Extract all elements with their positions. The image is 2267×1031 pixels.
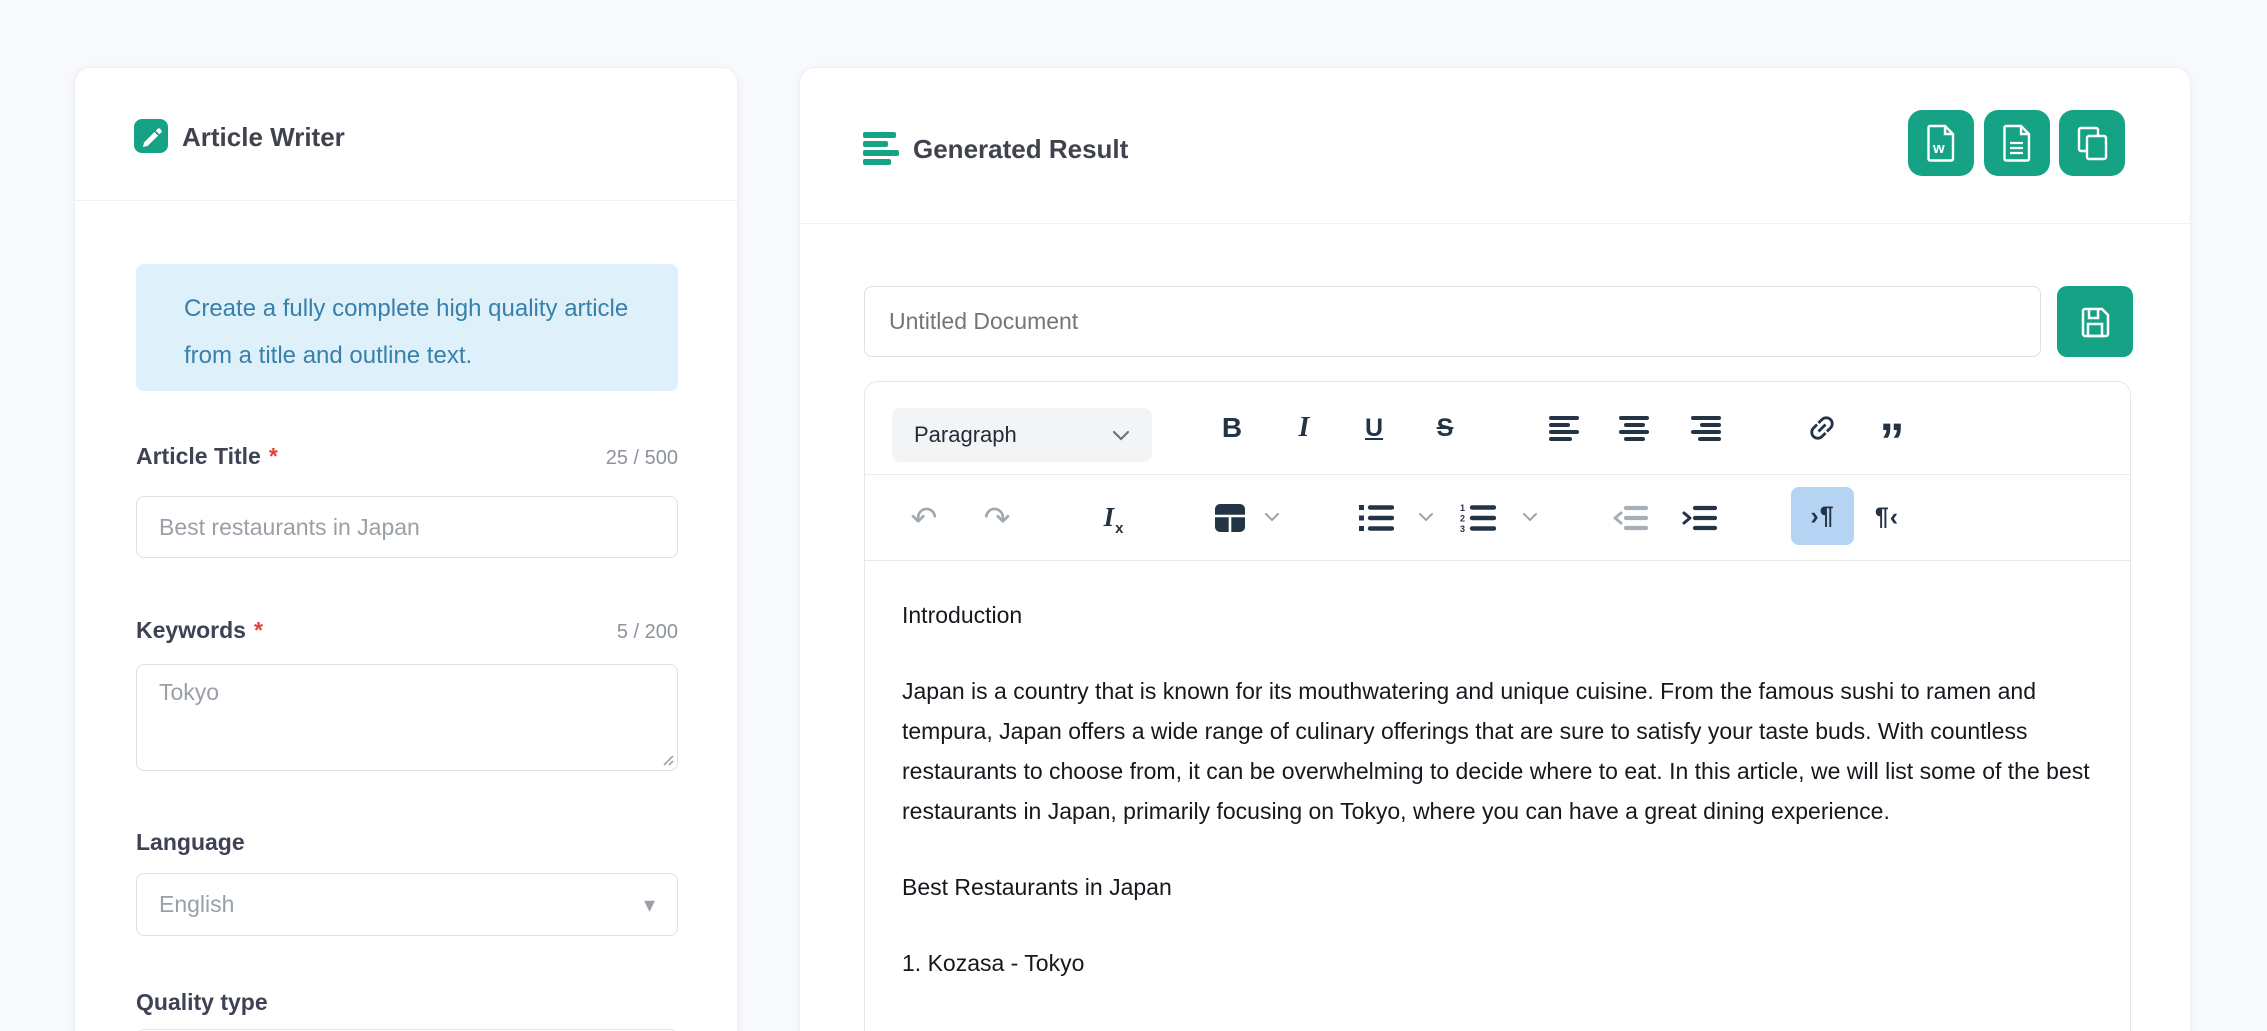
toolbar-row-2: ↶ ↷ Ix (865, 475, 2130, 561)
export-word-button[interactable]: w (1908, 110, 1974, 176)
rtl-paragraph-button[interactable]: ›¶ (1791, 487, 1854, 545)
toolbar-row-1: Paragraph B I U S (865, 382, 2130, 475)
align-right-button[interactable] (1683, 382, 1727, 474)
rich-text-editor: Paragraph B I U S (864, 381, 2131, 1031)
text-file-icon (1998, 122, 2036, 164)
rtl-paragraph-icon: ›¶ (1810, 502, 1834, 531)
bold-button[interactable]: B (1210, 382, 1254, 474)
bulleted-list-icon (1358, 503, 1394, 533)
chevron-down-icon (1112, 430, 1130, 441)
align-left-lines-icon (863, 132, 901, 163)
insert-table-button[interactable] (1208, 475, 1252, 560)
numbered-list-button[interactable]: 1 2 3 (1456, 475, 1500, 560)
bulleted-list-button[interactable] (1354, 475, 1398, 560)
pencil-icon (134, 119, 168, 153)
copy-button[interactable] (2059, 110, 2125, 176)
editor-content[interactable]: Introduction Japan is a country that is … (865, 561, 2130, 1031)
language-value: English (159, 891, 234, 918)
quality-type-label: Quality type (136, 989, 268, 1016)
blockquote-button[interactable]: ” (1870, 382, 1914, 474)
result-header: Generated Result w (800, 68, 2190, 224)
article-title-label-row: Article Title* 25 / 500 (136, 443, 678, 470)
language-label: Language (136, 829, 245, 856)
table-icon (1214, 503, 1246, 533)
chevron-down-icon: ▾ (644, 892, 655, 918)
align-right-icon (1689, 415, 1721, 441)
paragraph-style-dropdown[interactable]: Paragraph (892, 408, 1152, 462)
align-center-button[interactable] (1613, 382, 1657, 474)
content-list-item: 1. Kozasa - Tokyo (902, 943, 2093, 983)
svg-text:2: 2 (1460, 513, 1465, 523)
required-asterisk: * (269, 443, 278, 469)
content-paragraph: Japan is a country that is known for its… (902, 671, 2093, 831)
link-icon (1804, 410, 1840, 446)
copy-icon (2072, 123, 2112, 163)
content-subheading: Best Restaurants in Japan (902, 867, 2093, 907)
ltr-paragraph-button[interactable]: ¶‹ (1865, 475, 1909, 560)
document-title-input[interactable] (864, 286, 2041, 357)
link-button[interactable] (1800, 382, 1844, 474)
generated-result-panel: Generated Result w (799, 67, 2191, 1031)
content-heading: Introduction (902, 595, 2093, 635)
svg-text:w: w (1932, 140, 1945, 157)
quality-type-label-row: Quality type (136, 989, 678, 1016)
svg-text:1: 1 (1460, 503, 1465, 513)
strikethrough-button[interactable]: S (1423, 382, 1467, 474)
article-writer-panel: Article Writer Create a fully complete h… (74, 67, 738, 1031)
save-document-button[interactable] (2057, 286, 2133, 357)
indent-button[interactable] (1677, 475, 1721, 560)
panel-title: Article Writer (182, 122, 345, 153)
result-title: Generated Result (913, 134, 1128, 165)
tool-description: Create a fully complete high quality art… (136, 264, 678, 391)
article-title-input[interactable] (136, 496, 678, 558)
export-text-button[interactable] (1984, 110, 2050, 176)
undo-button[interactable]: ↶ (902, 475, 946, 560)
underline-button[interactable]: U (1352, 382, 1396, 474)
align-center-icon (1619, 415, 1651, 441)
word-file-icon: w (1922, 122, 1960, 164)
article-title-counter: 25 / 500 (606, 447, 678, 470)
save-icon (2076, 303, 2114, 341)
article-title-label: Article Title* (136, 443, 278, 470)
align-left-button[interactable] (1543, 382, 1587, 474)
language-select[interactable]: English ▾ (136, 873, 678, 936)
table-chevron-icon[interactable] (1259, 475, 1285, 560)
numbered-list-chevron-icon[interactable] (1517, 475, 1543, 560)
redo-button[interactable]: ↷ (975, 475, 1019, 560)
italic-button[interactable]: I (1282, 382, 1326, 474)
align-left-icon (1549, 415, 1581, 441)
outdent-icon (1612, 504, 1648, 532)
clear-formatting-button[interactable]: Ix (1091, 475, 1135, 560)
outdent-button[interactable] (1608, 475, 1652, 560)
keywords-textarea[interactable]: Tokyo (136, 664, 678, 771)
panel-header: Article Writer (75, 68, 737, 201)
bulleted-list-chevron-icon[interactable] (1413, 475, 1439, 560)
numbered-list-icon: 1 2 3 (1460, 503, 1496, 533)
keywords-label-row: Keywords* 5 / 200 (136, 617, 678, 644)
keywords-counter: 5 / 200 (617, 621, 678, 644)
required-asterisk: * (254, 617, 263, 643)
indent-icon (1681, 504, 1717, 532)
svg-text:3: 3 (1460, 524, 1465, 533)
keywords-label: Keywords* (136, 617, 263, 644)
language-label-row: Language (136, 829, 678, 856)
